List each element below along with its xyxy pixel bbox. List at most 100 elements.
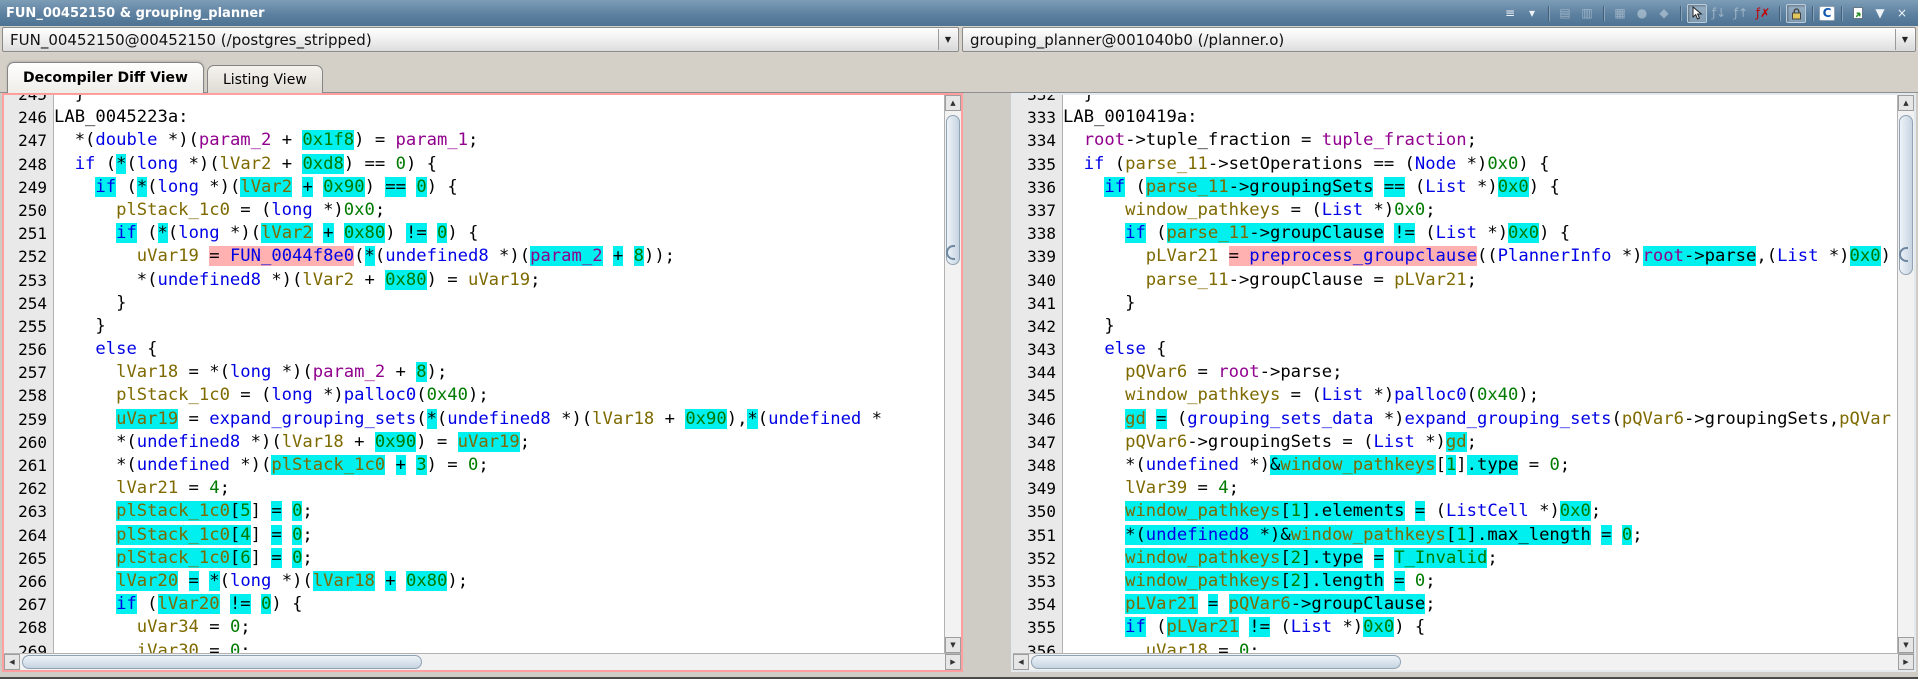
code-line[interactable]: *(double *)(param_2 + 0x1f8) = param_1; xyxy=(54,129,944,152)
line-number: 260 xyxy=(4,431,53,454)
scroll-left-icon[interactable]: ◀ xyxy=(4,654,20,670)
code-line[interactable]: gd = (grouping_sets_data *)expand_groupi… xyxy=(1063,408,1897,431)
close-panel-icon[interactable]: × xyxy=(1892,4,1912,23)
code-line[interactable]: window_pathkeys = (List *)0x0; xyxy=(1063,199,1897,222)
code-line[interactable]: parse_11->groupClause = pLVar21; xyxy=(1063,269,1897,292)
code-line[interactable]: uVar34 = 0; xyxy=(54,616,944,639)
code-line[interactable]: plStack_1c0 = (long *)palloc0(0x40); xyxy=(54,384,944,407)
left-code-area[interactable]: }LAB_0045223a: *(double *)(param_2 + 0x1… xyxy=(54,95,944,653)
code-line[interactable]: pQVar6->groupingSets = (List *)gd; xyxy=(1063,431,1897,454)
code-line[interactable]: plStack_1c0 = (long *)0x0; xyxy=(54,199,944,222)
right-horizontal-scrollbar[interactable]: ◀ ▶ xyxy=(1013,653,1914,670)
open-program-icon[interactable] xyxy=(1848,4,1868,23)
code-line[interactable]: if (parse_11->groupingSets == (List *)0x… xyxy=(1063,176,1897,199)
left-hscroll-thumb[interactable] xyxy=(22,655,422,669)
code-line[interactable]: *(undefined *)(plStack_1c0 + 3) = 0; xyxy=(54,454,944,477)
code-line[interactable]: uVar19 = expand_grouping_sets(*(undefine… xyxy=(54,408,944,431)
line-number: 336 xyxy=(1013,176,1062,199)
tab-decompiler-diff-view[interactable]: Decompiler Diff View xyxy=(7,62,204,93)
code-line[interactable]: lVar18 = *(long *)(param_2 + 8); xyxy=(54,361,944,384)
code-line[interactable]: plStack_1c0[5] = 0; xyxy=(54,500,944,523)
scroll-up-icon[interactable]: ▲ xyxy=(1898,95,1914,111)
code-line[interactable]: if (*(long *)(lVar2 + 0xd8) == 0) { xyxy=(54,153,944,176)
code-line[interactable]: iVar30 = 0; xyxy=(54,640,944,654)
code-line[interactable]: lVar20 = *(long *)(lVar18 + 0x80); xyxy=(54,570,944,593)
code-line[interactable]: *(undefined8 *)(lVar2 + 0x80) = uVar19; xyxy=(54,269,944,292)
code-line[interactable]: pLVar21 = pQVar6->groupClause; xyxy=(1063,593,1897,616)
titlebar[interactable]: FUN_00452150 & grouping_planner ≡▾▤▥▦●◆ƒ… xyxy=(0,0,1918,27)
lock-scroll-icon[interactable] xyxy=(1786,4,1806,23)
code-line[interactable]: if (*(long *)(lVar2 + 0x90) == 0) { xyxy=(54,176,944,199)
toolbar-separator xyxy=(1779,6,1780,21)
left-vertical-scrollbar[interactable]: ▲ ▼ xyxy=(944,95,961,653)
code-line[interactable]: *(undefined *)&window_pathkeys[1].type =… xyxy=(1063,454,1897,477)
code-line[interactable]: if (*(long *)(lVar2 + 0x80) != 0) { xyxy=(54,222,944,245)
code-line[interactable]: if (pLVar21 != (List *)0x0) { xyxy=(1063,616,1897,639)
code-line[interactable]: window_pathkeys[1].elements = (ListCell … xyxy=(1063,500,1897,523)
code-line[interactable]: else { xyxy=(54,338,944,361)
code-line[interactable]: LAB_0045223a: xyxy=(54,106,944,129)
line-number: 334 xyxy=(1013,129,1062,152)
code-line[interactable]: lVar39 = 4; xyxy=(1063,477,1897,500)
scroll-down-icon[interactable]: ▼ xyxy=(1898,637,1914,653)
scroll-right-icon[interactable]: ▶ xyxy=(945,654,961,670)
code-line[interactable]: window_pathkeys = (List *)palloc0(0x40); xyxy=(1063,384,1897,407)
code-line[interactable]: *(undefined8 *)&window_pathkeys[1].max_l… xyxy=(1063,524,1897,547)
scroll-right-icon[interactable]: ▶ xyxy=(1898,654,1914,670)
code-line[interactable]: lVar21 = 4; xyxy=(54,477,944,500)
right-hscroll-thumb[interactable] xyxy=(1031,655,1401,669)
code-line[interactable]: } xyxy=(1063,95,1897,106)
line-number: 266 xyxy=(4,570,53,593)
right-vertical-scrollbar[interactable]: ▲ ▼ xyxy=(1897,95,1914,653)
code-line[interactable]: pQVar6 = root->parse; xyxy=(1063,361,1897,384)
right-selector-dropdown-icon[interactable]: ▼ xyxy=(1895,29,1914,50)
compare-view-icon[interactable]: C xyxy=(1819,6,1835,21)
code-line[interactable]: } xyxy=(1063,315,1897,338)
code-line[interactable]: root->tuple_fraction = tuple_fraction; xyxy=(1063,129,1897,152)
left-horizontal-scrollbar[interactable]: ◀ ▶ xyxy=(4,653,961,670)
code-line[interactable]: plStack_1c0[4] = 0; xyxy=(54,524,944,547)
right-function-selector[interactable]: grouping_planner@001040b0 (/planner.o) ▼ xyxy=(962,27,1916,52)
panel-menu-icon[interactable]: ▼ xyxy=(1870,4,1890,23)
line-number: 338 xyxy=(1013,222,1062,245)
line-number: 257 xyxy=(4,361,53,384)
scroll-up-icon[interactable]: ▲ xyxy=(945,95,961,111)
code-line[interactable]: uVar19 = FUN_0044f8e0(*(undefined8 *)(pa… xyxy=(54,245,944,268)
line-number: 332 xyxy=(1013,95,1062,106)
code-line[interactable]: window_pathkeys[2].type = T_Invalid; xyxy=(1063,547,1897,570)
apply-markup-prev-icon: ▥ xyxy=(1577,4,1597,23)
scroll-down-icon[interactable]: ▼ xyxy=(945,637,961,653)
list-options-icon[interactable]: ≡ xyxy=(1500,4,1520,23)
left-selector-dropdown-icon[interactable]: ▼ xyxy=(938,29,957,50)
cursor-select-icon[interactable] xyxy=(1687,4,1707,23)
line-number: 258 xyxy=(4,384,53,407)
code-line[interactable]: if (parse_11->setOperations == (Node *)0… xyxy=(1063,153,1897,176)
code-line[interactable]: } xyxy=(1063,292,1897,315)
line-number: 348 xyxy=(1013,454,1062,477)
code-line[interactable]: if (lVar20 != 0) { xyxy=(54,593,944,616)
code-line[interactable]: plStack_1c0[6] = 0; xyxy=(54,547,944,570)
left-function-selector[interactable]: FUN_00452150@00452150 (/postgres_strippe… xyxy=(2,27,959,52)
line-number: 342 xyxy=(1013,315,1062,338)
code-line[interactable]: else { xyxy=(1063,338,1897,361)
line-number: 249 xyxy=(4,176,53,199)
remove-function-icon[interactable]: ƒ✗ xyxy=(1753,4,1773,23)
list-options-caret-icon[interactable]: ▾ xyxy=(1522,4,1542,23)
scroll-left-icon[interactable]: ◀ xyxy=(1013,654,1029,670)
tab-listing-view[interactable]: Listing View xyxy=(207,65,323,93)
line-number: 333 xyxy=(1013,106,1062,129)
code-line[interactable]: if (parse_11->groupClause != (List *)0x0… xyxy=(1063,222,1897,245)
code-line[interactable]: LAB_0010419a: xyxy=(1063,106,1897,129)
left-scroll-position-marker xyxy=(946,245,955,260)
code-line[interactable]: uVar18 = 0; xyxy=(1063,640,1897,654)
code-line[interactable]: } xyxy=(54,315,944,338)
line-number: 263 xyxy=(4,500,53,523)
code-line[interactable]: } xyxy=(54,292,944,315)
code-line[interactable]: pLVar21 = preprocess_groupclause((Planne… xyxy=(1063,245,1897,268)
code-line[interactable]: } xyxy=(54,95,944,106)
code-line[interactable]: window_pathkeys[2].length = 0; xyxy=(1063,570,1897,593)
right-code-area[interactable]: }LAB_0010419a: root->tuple_fraction = tu… xyxy=(1063,95,1897,653)
code-line[interactable]: *(undefined8 *)(lVar18 + 0x90) = uVar19; xyxy=(54,431,944,454)
left-vscroll-thumb[interactable] xyxy=(946,115,960,265)
left-function-selector-value: FUN_00452150@00452150 (/postgres_strippe… xyxy=(10,31,372,49)
